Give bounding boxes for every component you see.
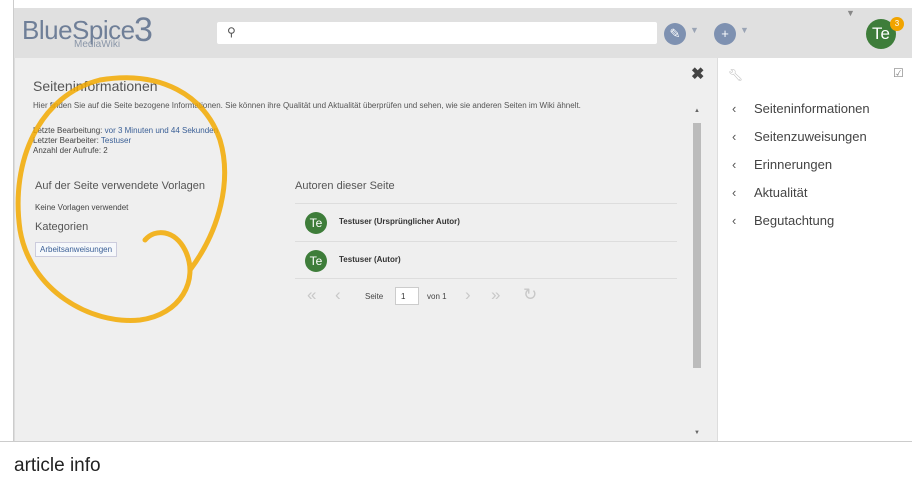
plus-icon: + <box>721 26 729 41</box>
page-description: Hier finden Sie auf die Seite bezogene I… <box>33 101 581 110</box>
last-edit-link[interactable]: vor 3 Minuten und 44 Sekunden <box>105 126 218 135</box>
category-tag[interactable]: Arbeitsanweisungen <box>35 242 118 257</box>
last-editor-label: Letzter Bearbeiter: <box>33 136 99 145</box>
scroll-up-icon[interactable]: ▲ <box>694 108 700 114</box>
last-editor-row: Letzter Bearbeiter: Testuser <box>33 136 131 145</box>
refresh-icon[interactable]: ↻ <box>523 285 537 305</box>
author-name: Testuser (Ursprünglicher Autor) <box>339 217 460 226</box>
last-edit-label: Letzte Bearbeitung: <box>33 126 103 135</box>
chevron-down-icon[interactable]: ▼ <box>740 25 749 35</box>
sidebar-item-label: Seiteninformationen <box>754 101 870 116</box>
sidebar-item-label: Begutachtung <box>754 213 835 228</box>
scroll-down-icon[interactable]: ▼ <box>694 430 700 436</box>
last-page-icon[interactable]: » <box>491 285 500 305</box>
notification-badge[interactable]: 3 <box>890 17 904 31</box>
wrench-icon[interactable]: 🔧︎ <box>728 68 743 82</box>
views-count: Anzahl der Aufrufe: 2 <box>33 146 108 155</box>
templates-empty-text: Keine Vorlagen verwendet <box>35 203 129 212</box>
templates-heading: Auf der Seite verwendete Vorlagen <box>35 180 206 192</box>
last-editor-link[interactable]: Testuser <box>101 136 131 145</box>
page-number-input[interactable]: 1 <box>395 287 419 305</box>
search-input[interactable]: ⚲ <box>217 22 657 44</box>
page-title: Seiteninformationen <box>33 78 158 94</box>
pencil-icon: ✎ <box>669 26 681 41</box>
next-page-icon[interactable]: › <box>465 285 471 305</box>
add-button[interactable]: + <box>714 23 736 45</box>
search-icon: ⚲ <box>227 25 236 39</box>
author-name: Testuser (Autor) <box>339 255 401 264</box>
chevron-down-icon[interactable]: ▼ <box>690 25 699 35</box>
chevron-left-icon: ‹ <box>732 129 737 144</box>
page-label: Seite <box>365 292 384 301</box>
sidebar-item-label: Seitenzuweisungen <box>754 129 867 144</box>
chevron-left-icon: ‹ <box>732 101 737 116</box>
sidebar-panel: 🔧︎ ☑ ‹ Seiteninformationen ‹ Seitenzuweisu… <box>717 58 912 442</box>
page-of-label: von 1 <box>427 292 447 301</box>
sidebar-item-seitenzuweisungen[interactable]: ‹ Seitenzuweisungen <box>732 129 867 144</box>
logo-version: 3 <box>134 11 153 49</box>
page-info-panel: ✖ Seiteninformationen Hier finden Sie au… <box>14 58 717 442</box>
author-row[interactable]: Te Testuser (Ursprünglicher Autor) <box>295 203 677 241</box>
chevron-left-icon: ‹ <box>732 213 737 228</box>
scrollbar-thumb[interactable] <box>693 123 701 368</box>
sidebar-item-erinnerungen[interactable]: ‹ Erinnerungen <box>732 157 832 172</box>
checkbox-icon[interactable]: ☑ <box>893 66 904 80</box>
last-edit-row: Letzte Bearbeitung: vor 3 Minuten und 44… <box>33 126 218 135</box>
categories-heading: Kategorien <box>35 221 89 233</box>
sidebar-item-label: Erinnerungen <box>754 157 833 172</box>
sidebar-item-begutachtung[interactable]: ‹ Begutachtung <box>732 213 834 228</box>
sidebar-item-aktualitaet[interactable]: ‹ Aktualität <box>732 185 807 200</box>
image-caption: article info <box>14 455 101 476</box>
user-menu-chevron-icon[interactable]: ▼ <box>846 8 855 18</box>
chevron-left-icon: ‹ <box>732 185 737 200</box>
edit-button[interactable]: ✎ <box>664 23 686 45</box>
bluespice-logo[interactable]: BlueSpice 3 MediaWiki <box>22 11 172 53</box>
authors-heading: Autoren dieser Seite <box>295 180 395 192</box>
authors-pager: « ‹ Seite 1 von 1 › » ↻ <box>295 278 677 314</box>
top-bar: BlueSpice 3 MediaWiki ⚲ ✎ ▼ + ▼ ▼ Te 3 <box>14 8 912 58</box>
first-page-icon[interactable]: « <box>307 285 316 305</box>
author-avatar: Te <box>305 212 327 234</box>
author-row[interactable]: Te Testuser (Autor) <box>295 241 677 279</box>
logo-subtitle: MediaWiki <box>74 39 121 50</box>
close-icon[interactable]: ✖ <box>691 64 704 84</box>
chevron-left-icon: ‹ <box>732 157 737 172</box>
author-avatar: Te <box>305 250 327 272</box>
caption-divider <box>0 441 912 442</box>
scrollbar[interactable]: ▲ ▼ <box>693 108 701 438</box>
sidebar-item-label: Aktualität <box>754 185 808 200</box>
prev-page-icon[interactable]: ‹ <box>335 285 341 305</box>
sidebar-item-seiteninformationen[interactable]: ‹ Seiteninformationen <box>732 101 870 116</box>
